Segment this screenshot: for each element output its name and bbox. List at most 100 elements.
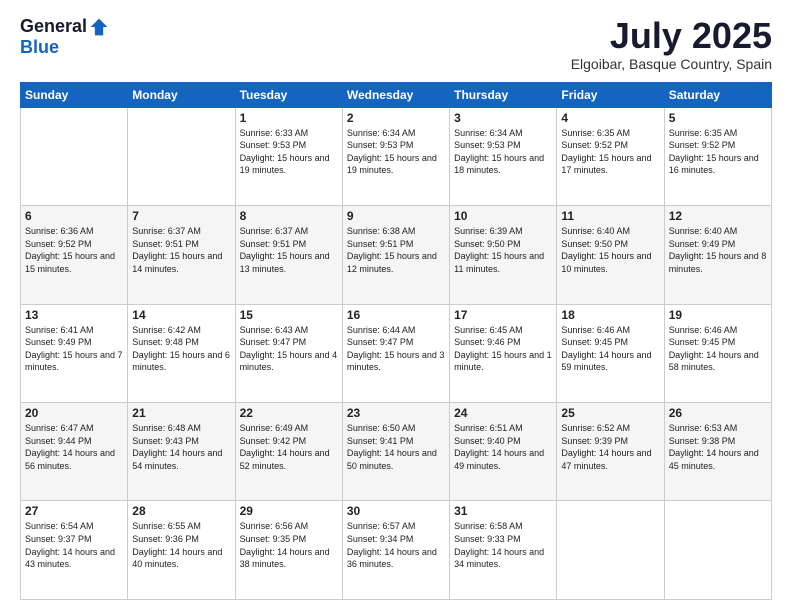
day-number: 10 (454, 209, 552, 223)
calendar-header-monday: Monday (128, 82, 235, 107)
day-number: 3 (454, 111, 552, 125)
day-number: 15 (240, 308, 338, 322)
page: General Blue July 2025 Elgoibar, Basque … (0, 0, 792, 612)
day-number: 27 (25, 504, 123, 518)
calendar-cell: 15 Sunrise: 6:43 AMSunset: 9:47 PMDayligh… (235, 304, 342, 402)
calendar-header-friday: Friday (557, 82, 664, 107)
day-info: Sunrise: 6:39 AMSunset: 9:50 PMDaylight:… (454, 225, 552, 275)
day-info: Sunrise: 6:37 AMSunset: 9:51 PMDaylight:… (240, 225, 338, 275)
day-number: 7 (132, 209, 230, 223)
day-info: Sunrise: 6:50 AMSunset: 9:41 PMDaylight:… (347, 422, 445, 472)
day-info: Sunrise: 6:58 AMSunset: 9:33 PMDaylight:… (454, 520, 552, 570)
calendar-cell: 4 Sunrise: 6:35 AMSunset: 9:52 PMDaylight… (557, 107, 664, 205)
day-number: 8 (240, 209, 338, 223)
logo-icon (89, 17, 109, 37)
calendar-cell: 29 Sunrise: 6:56 AMSunset: 9:35 PMDayligh… (235, 501, 342, 600)
day-number: 20 (25, 406, 123, 420)
calendar-cell: 23 Sunrise: 6:50 AMSunset: 9:41 PMDayligh… (342, 403, 449, 501)
day-number: 13 (25, 308, 123, 322)
day-number: 6 (25, 209, 123, 223)
day-info: Sunrise: 6:52 AMSunset: 9:39 PMDaylight:… (561, 422, 659, 472)
day-number: 23 (347, 406, 445, 420)
day-info: Sunrise: 6:41 AMSunset: 9:49 PMDaylight:… (25, 324, 123, 374)
calendar-cell: 30Sunrise: 6:57 AMSunset: 9:34 PMDayligh… (342, 501, 449, 600)
day-info: Sunrise: 6:44 AMSunset: 9:47 PMDaylight:… (347, 324, 445, 374)
day-info: Sunrise: 6:54 AMSunset: 9:37 PMDaylight:… (25, 520, 123, 570)
day-info: Sunrise: 6:53 AMSunset: 9:38 PMDaylight:… (669, 422, 767, 472)
calendar-cell: 16 Sunrise: 6:44 AMSunset: 9:47 PMDayligh… (342, 304, 449, 402)
calendar-header-saturday: Saturday (664, 82, 771, 107)
logo-blue: Blue (20, 37, 59, 58)
calendar-cell: 17 Sunrise: 6:45 AMSunset: 9:46 PMDayligh… (450, 304, 557, 402)
day-number: 11 (561, 209, 659, 223)
logo-general: General (20, 16, 87, 37)
day-info: Sunrise: 6:33 AMSunset: 9:53 PMDaylight:… (240, 127, 338, 177)
day-number: 4 (561, 111, 659, 125)
calendar-cell (128, 107, 235, 205)
month-title: July 2025 (571, 16, 772, 56)
day-number: 9 (347, 209, 445, 223)
calendar-cell: 26 Sunrise: 6:53 AMSunset: 9:38 PMDayligh… (664, 403, 771, 501)
day-number: 18 (561, 308, 659, 322)
calendar-cell: 22 Sunrise: 6:49 AMSunset: 9:42 PMDayligh… (235, 403, 342, 501)
calendar-week-3: 13 Sunrise: 6:41 AMSunset: 9:49 PMDayligh… (21, 304, 772, 402)
day-info: Sunrise: 6:40 AMSunset: 9:50 PMDaylight:… (561, 225, 659, 275)
day-info: Sunrise: 6:36 AMSunset: 9:52 PMDaylight:… (25, 225, 123, 275)
calendar-cell: 9 Sunrise: 6:38 AMSunset: 9:51 PMDaylight… (342, 206, 449, 304)
day-number: 31 (454, 504, 552, 518)
calendar-week-1: 1Sunrise: 6:33 AMSunset: 9:53 PMDaylight… (21, 107, 772, 205)
calendar-cell: 2Sunrise: 6:34 AMSunset: 9:53 PMDaylight… (342, 107, 449, 205)
day-number: 28 (132, 504, 230, 518)
day-info: Sunrise: 6:34 AMSunset: 9:53 PMDaylight:… (454, 127, 552, 177)
header: General Blue July 2025 Elgoibar, Basque … (20, 16, 772, 72)
calendar-cell: 11 Sunrise: 6:40 AMSunset: 9:50 PMDayligh… (557, 206, 664, 304)
day-number: 19 (669, 308, 767, 322)
calendar-cell (557, 501, 664, 600)
day-info: Sunrise: 6:46 AMSunset: 9:45 PMDaylight:… (669, 324, 767, 374)
calendar-cell: 13 Sunrise: 6:41 AMSunset: 9:49 PMDayligh… (21, 304, 128, 402)
location: Elgoibar, Basque Country, Spain (571, 56, 772, 72)
calendar-cell: 27 Sunrise: 6:54 AMSunset: 9:37 PMDayligh… (21, 501, 128, 600)
day-info: Sunrise: 6:48 AMSunset: 9:43 PMDaylight:… (132, 422, 230, 472)
calendar-cell: 5Sunrise: 6:35 AMSunset: 9:52 PMDaylight… (664, 107, 771, 205)
calendar-cell: 21 Sunrise: 6:48 AMSunset: 9:43 PMDayligh… (128, 403, 235, 501)
calendar-cell (664, 501, 771, 600)
day-number: 2 (347, 111, 445, 125)
calendar-cell: 14 Sunrise: 6:42 AMSunset: 9:48 PMDayligh… (128, 304, 235, 402)
day-number: 17 (454, 308, 552, 322)
day-info: Sunrise: 6:46 AMSunset: 9:45 PMDaylight:… (561, 324, 659, 374)
day-info: Sunrise: 6:43 AMSunset: 9:47 PMDaylight:… (240, 324, 338, 374)
calendar-cell: 10 Sunrise: 6:39 AMSunset: 9:50 PMDayligh… (450, 206, 557, 304)
day-number: 5 (669, 111, 767, 125)
day-number: 26 (669, 406, 767, 420)
day-number: 12 (669, 209, 767, 223)
calendar-header-wednesday: Wednesday (342, 82, 449, 107)
day-number: 21 (132, 406, 230, 420)
calendar-week-2: 6 Sunrise: 6:36 AMSunset: 9:52 PMDaylight… (21, 206, 772, 304)
day-info: Sunrise: 6:51 AMSunset: 9:40 PMDaylight:… (454, 422, 552, 472)
calendar-week-4: 20Sunrise: 6:47 AMSunset: 9:44 PMDayligh… (21, 403, 772, 501)
day-number: 22 (240, 406, 338, 420)
day-info: Sunrise: 6:42 AMSunset: 9:48 PMDaylight:… (132, 324, 230, 374)
calendar-cell: 3 Sunrise: 6:34 AMSunset: 9:53 PMDaylight… (450, 107, 557, 205)
calendar-cell: 6 Sunrise: 6:36 AMSunset: 9:52 PMDaylight… (21, 206, 128, 304)
calendar-cell: 28 Sunrise: 6:55 AMSunset: 9:36 PMDayligh… (128, 501, 235, 600)
day-number: 16 (347, 308, 445, 322)
day-info: Sunrise: 6:45 AMSunset: 9:46 PMDaylight:… (454, 324, 552, 374)
calendar-cell: 31 Sunrise: 6:58 AMSunset: 9:33 PMDayligh… (450, 501, 557, 600)
day-number: 14 (132, 308, 230, 322)
day-info: Sunrise: 6:40 AMSunset: 9:49 PMDaylight:… (669, 225, 767, 275)
calendar-cell: 19 Sunrise: 6:46 AMSunset: 9:45 PMDayligh… (664, 304, 771, 402)
day-info: Sunrise: 6:55 AMSunset: 9:36 PMDaylight:… (132, 520, 230, 570)
day-info: Sunrise: 6:38 AMSunset: 9:51 PMDaylight:… (347, 225, 445, 275)
calendar-cell: 25Sunrise: 6:52 AMSunset: 9:39 PMDayligh… (557, 403, 664, 501)
calendar-header-tuesday: Tuesday (235, 82, 342, 107)
day-info: Sunrise: 6:49 AMSunset: 9:42 PMDaylight:… (240, 422, 338, 472)
day-info: Sunrise: 6:35 AMSunset: 9:52 PMDaylight:… (561, 127, 659, 177)
title-area: July 2025 Elgoibar, Basque Country, Spai… (571, 16, 772, 72)
day-number: 24 (454, 406, 552, 420)
calendar-cell: 12 Sunrise: 6:40 AMSunset: 9:49 PMDayligh… (664, 206, 771, 304)
day-number: 29 (240, 504, 338, 518)
calendar-header-sunday: Sunday (21, 82, 128, 107)
day-info: Sunrise: 6:56 AMSunset: 9:35 PMDaylight:… (240, 520, 338, 570)
